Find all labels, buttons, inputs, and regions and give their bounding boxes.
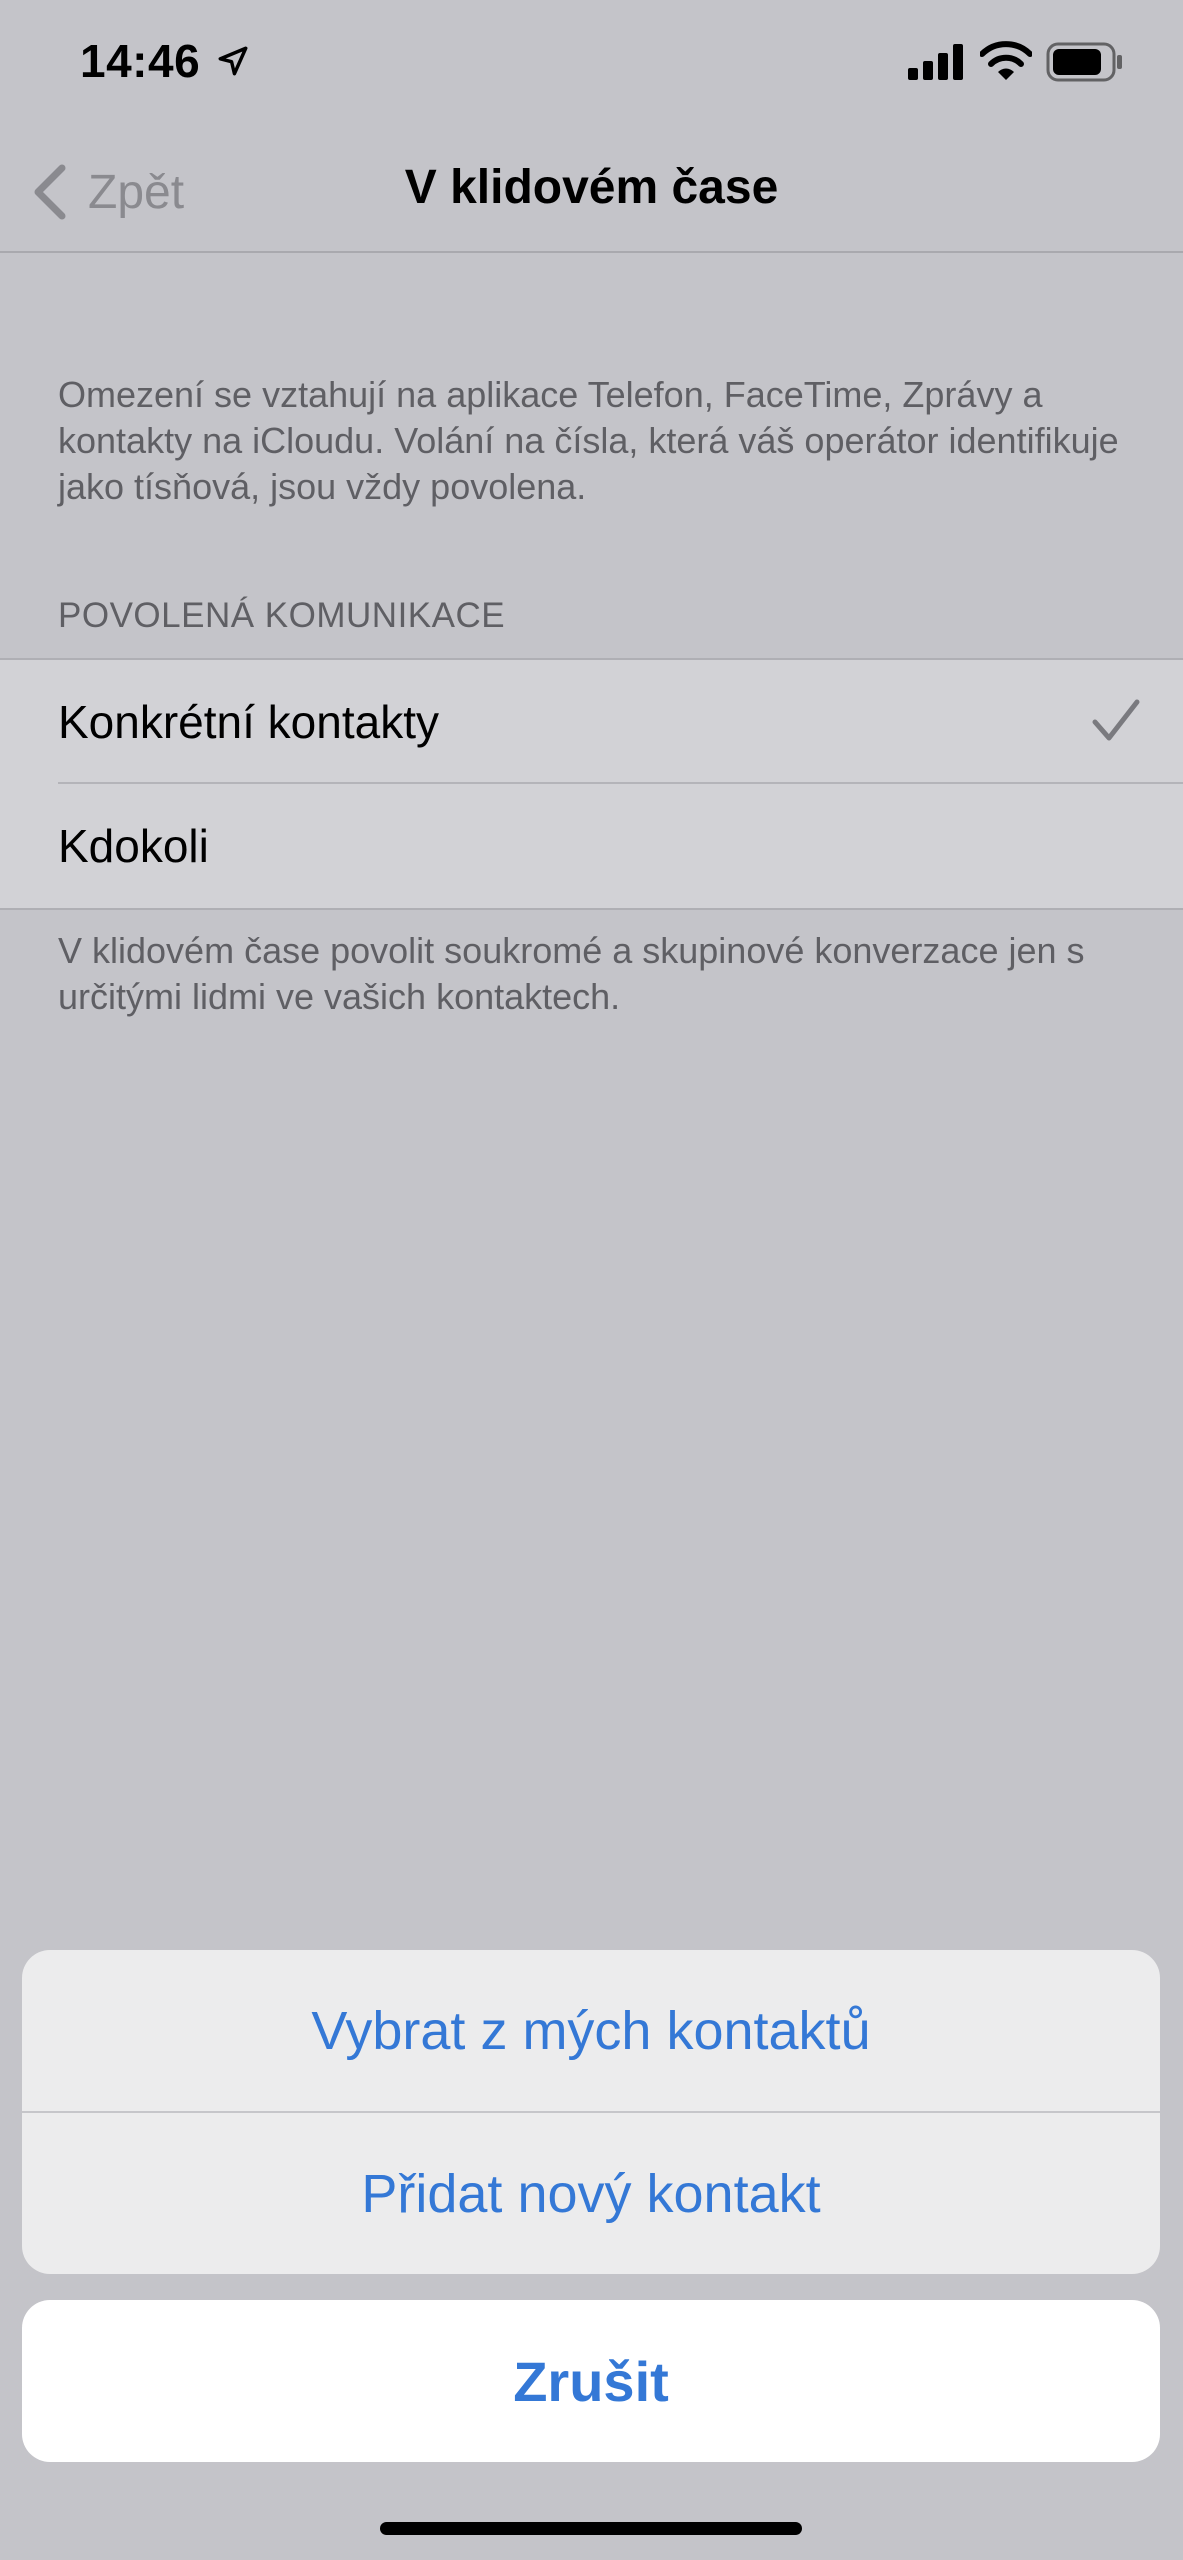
page-title: V klidovém čase bbox=[404, 161, 779, 214]
option-specific-contacts[interactable]: Konkrétní kontakty bbox=[0, 660, 1183, 784]
battery-icon bbox=[1046, 42, 1122, 82]
section-footer: V klidovém čase povolit soukromé a skupi… bbox=[58, 930, 1085, 1017]
options-list: Konkrétní kontakty Kdokoli bbox=[0, 658, 1183, 910]
nav-divider bbox=[0, 251, 1183, 253]
section-header: POVOLENÁ KOMUNIKACE bbox=[58, 596, 506, 635]
option-label: Konkrétní kontakty bbox=[58, 696, 439, 748]
action-sheet: Vybrat z mých kontaktů Přidat nový konta… bbox=[22, 1950, 1160, 2274]
signal-icon bbox=[908, 44, 963, 80]
add-new-contact-button[interactable]: Přidat nový kontakt bbox=[22, 2113, 1160, 2274]
checkmark-icon bbox=[1092, 699, 1140, 741]
wifi-icon bbox=[980, 41, 1032, 80]
home-indicator[interactable] bbox=[380, 2522, 802, 2535]
choose-from-contacts-button[interactable]: Vybrat z mých kontaktů bbox=[22, 1950, 1160, 2111]
status-time: 14:46 bbox=[80, 35, 201, 87]
intro-description: Omezení se vztahují na aplikace Telefon,… bbox=[58, 374, 1119, 507]
option-label: Kdokoli bbox=[58, 820, 209, 872]
cancel-button[interactable]: Zrušit bbox=[22, 2300, 1160, 2462]
location-arrow-icon bbox=[218, 46, 248, 76]
option-anyone[interactable]: Kdokoli bbox=[0, 784, 1183, 908]
